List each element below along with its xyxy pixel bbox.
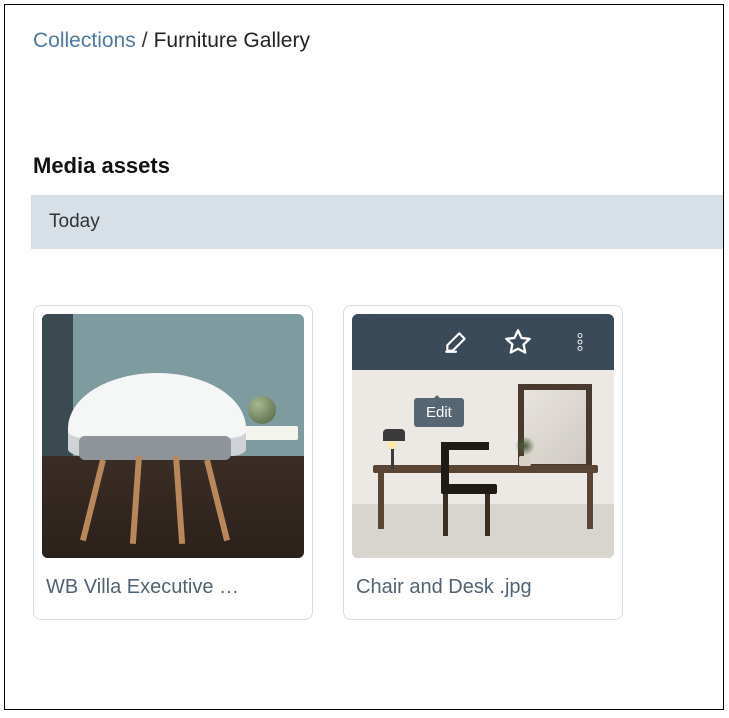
asset-card[interactable]: Edit Chair and Desk .jpg bbox=[343, 305, 623, 620]
asset-thumbnail[interactable]: Edit bbox=[344, 306, 622, 558]
star-icon[interactable] bbox=[504, 328, 532, 356]
breadcrumb-link-collections[interactable]: Collections bbox=[33, 29, 136, 53]
section-title-media-assets: Media assets bbox=[33, 153, 723, 179]
asset-caption: WB Villa Executive … bbox=[34, 558, 312, 619]
asset-card[interactable]: WB Villa Executive … bbox=[33, 305, 313, 620]
asset-card-row: WB Villa Executive … bbox=[33, 305, 723, 620]
asset-image bbox=[42, 314, 304, 558]
breadcrumb: Collections / Furniture Gallery bbox=[33, 29, 723, 53]
page-frame: Collections / Furniture Gallery Media as… bbox=[4, 4, 724, 710]
asset-hover-toolbar bbox=[352, 314, 614, 370]
breadcrumb-current: Furniture Gallery bbox=[154, 29, 310, 53]
edit-icon[interactable] bbox=[442, 328, 470, 356]
asset-thumbnail[interactable] bbox=[34, 306, 312, 558]
more-vertical-icon[interactable] bbox=[566, 328, 594, 356]
breadcrumb-separator: / bbox=[142, 29, 148, 53]
asset-caption: Chair and Desk .jpg bbox=[344, 558, 622, 619]
group-header-today: Today bbox=[31, 195, 723, 249]
edit-tooltip: Edit bbox=[414, 398, 464, 427]
